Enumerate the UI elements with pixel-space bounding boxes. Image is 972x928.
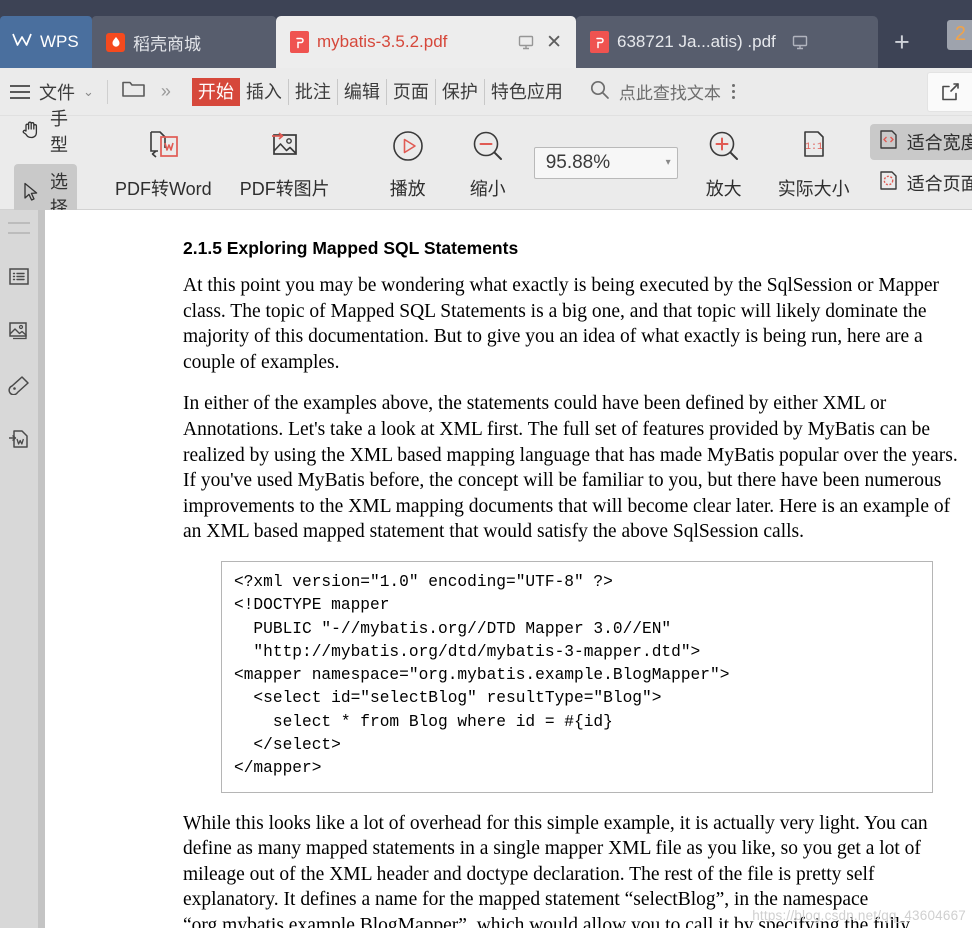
paragraph-1: At this point you may be wondering what … [183,275,940,373]
tab-wps-home[interactable]: WPS [0,16,92,68]
menu-bar: 文件 ⌄ » 开始 插入 批注 编辑 页面 保护 特色应用 点此查找文本 [0,68,972,116]
actual-size-label: 实际大小 [777,178,850,199]
kebab-menu-icon[interactable] [731,81,735,102]
fit-page-button[interactable]: 适合页面 [870,165,972,201]
document-workspace: Now let's explore what exactly is being … [0,210,972,928]
search-placeholder: 点此查找文本 [618,84,721,103]
browser-tab-bar: WPS 稻壳商城 mybatis-3.5.2.pdf ✕ 638721 Ja..… [0,0,972,68]
panel-resize-handle[interactable] [8,222,30,234]
convert-word-icon [8,429,30,454]
search-icon [589,79,610,105]
ribbon-tab-page[interactable]: 页面 [387,78,436,105]
sidebar-item-outline[interactable] [0,252,38,306]
more-commands-icon[interactable]: » [161,81,171,102]
fit-page-icon [878,170,899,196]
paragraph-2: In either of the examples above, the sta… [183,393,958,543]
share-export-icon[interactable] [927,71,972,112]
tab-638721-pdf[interactable]: 638721 Ja...atis) .pdf [576,16,878,68]
tab-controls: ✕ [518,33,562,52]
code-block: <?xml version="1.0" encoding="UTF-8" ?> … [221,560,933,793]
pdf-file-icon [590,31,609,53]
folder-open-icon[interactable] [121,78,147,105]
zoom-in-button[interactable]: 放大 [684,121,764,205]
zoom-out-button[interactable]: 缩小 [448,121,528,205]
outline-list-icon [8,267,30,292]
close-icon[interactable]: ✕ [546,33,562,52]
tab-daoke-mall[interactable]: 稻壳商城 [92,16,276,68]
wps-pdf-window: WPS 稻壳商城 mybatis-3.5.2.pdf ✕ 638721 Ja..… [0,0,972,928]
sidebar-item-convert[interactable] [0,414,38,468]
tab-label: 稻壳商城 [133,34,201,54]
zoom-in-label: 放大 [705,178,742,199]
svg-text:1:1: 1:1 [805,142,823,153]
daoke-mall-icon [106,32,125,52]
actual-size-icon: 1:1 [796,127,832,172]
ribbon-tab-comment[interactable]: 批注 [289,78,338,105]
pdf-to-word-icon [142,127,184,172]
pdf-to-image-button[interactable]: PDF转图片 [226,121,344,205]
zoom-in-icon [704,127,744,172]
zoom-out-label: 缩小 [469,178,506,199]
pdf-file-icon [290,31,309,53]
ribbon-tabs: 开始 插入 批注 编辑 页面 保护 特色应用 [191,77,569,106]
sidebar-scroll-edge[interactable] [38,210,45,928]
convert-group: PDF转Word PDF转图片 [91,116,354,209]
fit-page-label: 适合页面 [906,174,972,194]
tab-count-badge[interactable]: 2 [946,20,972,50]
ribbon-tab-protect[interactable]: 保护 [436,78,485,105]
sidebar-item-annotations[interactable] [0,360,38,414]
fit-width-label: 适合宽度 [906,133,972,153]
thumbnail-image-icon [8,321,30,346]
hand-tool-button[interactable]: 手型 [14,101,77,161]
watermark: https://blog.csdn.net/qq_43604667 [752,908,966,923]
tab-label: WPS [40,32,79,51]
play-label: 播放 [389,178,426,199]
zoom-level-value: 95.88% [545,151,611,173]
pdf-to-word-label: PDF转Word [115,178,212,199]
play-button[interactable]: 播放 [368,121,448,205]
zoom-group: 播放 缩小 95.88% ▾ 放大 1:1 实际大小 适合宽度 适合页面 [358,116,972,209]
fit-width-icon [878,129,899,155]
ribbon-tab-edit[interactable]: 编辑 [338,78,387,105]
pdf-to-image-label: PDF转图片 [239,178,330,199]
ribbon-tab-features[interactable]: 特色应用 [485,79,569,105]
pdf-page: Now let's explore what exactly is being … [45,210,972,928]
monitor-icon[interactable] [518,35,534,50]
tab-label: mybatis-3.5.2.pdf [317,32,448,51]
pdf-page-area[interactable]: Now let's explore what exactly is being … [45,210,972,928]
fit-width-button[interactable]: 适合宽度 [869,124,972,160]
pdf-toolbar: 手型 选择 PDF转Word PDF转图片 播放 缩小 95.88% ▾ 放大 … [0,109,972,224]
zoom-out-icon [468,127,508,172]
fit-button-group: 适合宽度 适合页面 [864,124,972,201]
monitor-icon[interactable] [792,35,808,50]
annotation-pen-icon [8,375,30,400]
mode-button-group: 手型 选择 [0,109,87,224]
menu-icon[interactable] [10,84,30,99]
tab-label: 638721 Ja...atis) .pdf [617,32,776,51]
chevron-down-icon[interactable]: ▾ [666,157,671,168]
select-arrow-icon [20,181,42,208]
search-input[interactable]: 点此查找文本 [589,79,721,105]
new-tab-button[interactable]: + [878,29,926,56]
zoom-level-select[interactable]: 95.88% ▾ [533,146,678,179]
tab-mybatis-pdf[interactable]: mybatis-3.5.2.pdf ✕ [276,16,576,68]
hand-tool-label: 手型 [50,109,68,155]
divider [106,79,108,104]
play-icon [388,127,428,172]
wps-logo-icon [12,32,32,52]
chevron-down-icon[interactable]: ⌄ [83,84,94,100]
pdf-to-word-button[interactable]: PDF转Word [101,121,226,205]
hand-tool-icon [20,118,42,145]
section-heading: 2.1.5 Exploring Mapped SQL Statements [183,238,519,258]
ribbon-tab-insert[interactable]: 插入 [240,78,289,105]
left-sidebar [0,210,38,928]
ribbon-tab-start[interactable]: 开始 [191,77,240,106]
pdf-to-image-icon [264,127,306,172]
sidebar-item-thumbnails[interactable] [0,306,38,360]
actual-size-button[interactable]: 1:1 实际大小 [764,121,864,205]
